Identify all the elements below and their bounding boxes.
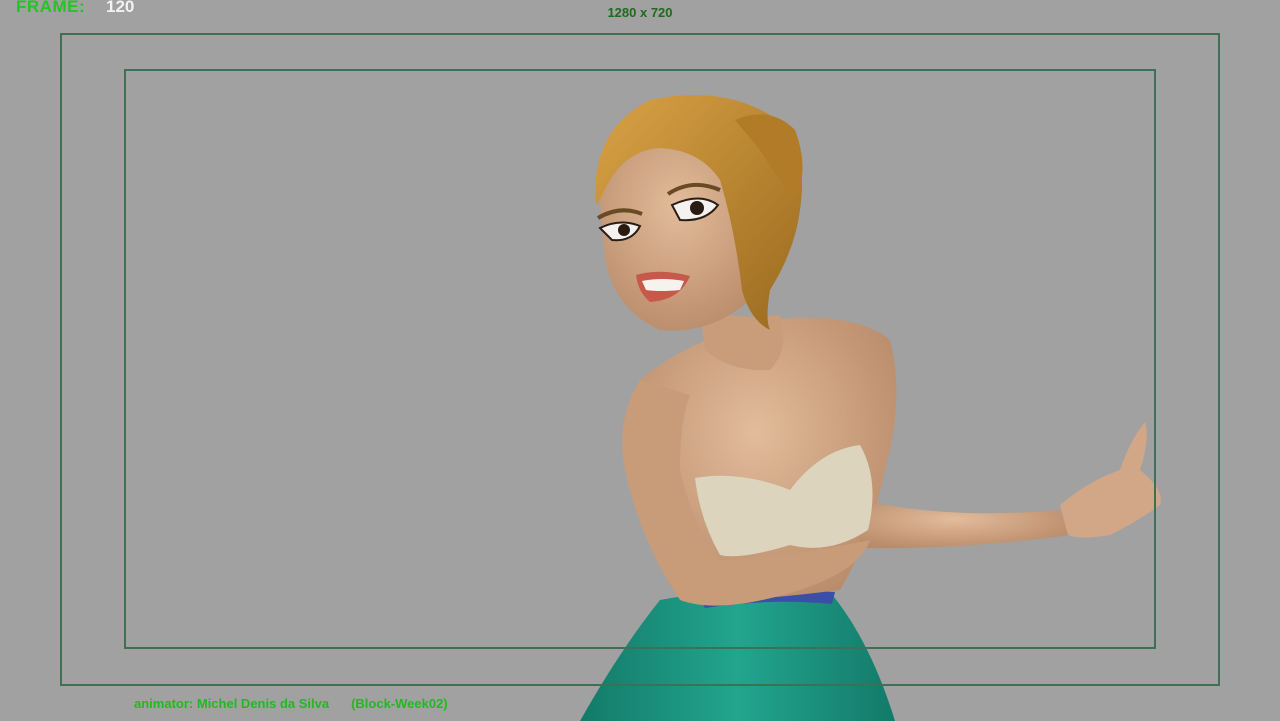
maya-viewport[interactable]: FRAME: 120 1280 x 720 animator: Michel D…: [0, 0, 1280, 721]
animator-credit: animator: Michel Denis da Silva (Block-We…: [134, 696, 448, 711]
right-arm: [860, 500, 1070, 549]
animator-tag: (Block-Week02): [351, 696, 448, 711]
animator-label: animator:: [134, 696, 194, 711]
animator-name: Michel Denis da Silva: [196, 696, 330, 711]
right-hand: [1060, 422, 1161, 538]
skirt: [580, 589, 895, 721]
character-render: [580, 95, 1161, 721]
resolution-label: 1280 x 720: [607, 5, 673, 20]
